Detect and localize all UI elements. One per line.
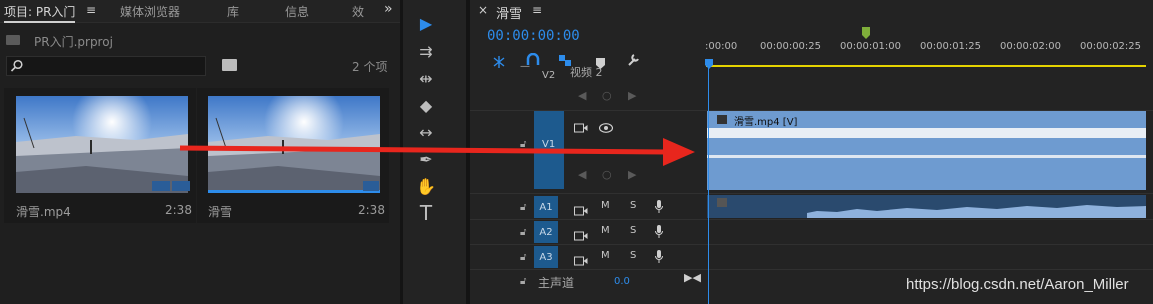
tab-effects[interactable]: 效 [352, 3, 364, 20]
lock-icon[interactable]: 🔓︎ [520, 202, 526, 213]
clip-duration: 2:38 [165, 203, 192, 217]
track-separator [470, 269, 1153, 270]
sync-lock-icon[interactable] [574, 201, 588, 216]
clip-name: 滑雪.mp4 [16, 205, 71, 219]
lock-icon[interactable]: 🔓︎ [520, 227, 526, 238]
solo-button[interactable]: S [630, 200, 636, 211]
ripple-edit-tool-icon[interactable]: ⇹ [413, 67, 439, 89]
track-target-a2[interactable]: A2 [534, 221, 558, 243]
tab-libraries[interactable]: 库 [227, 3, 239, 20]
sync-lock-icon[interactable] [574, 226, 588, 241]
mute-button[interactable]: M [601, 200, 610, 211]
project-folder-icon [6, 35, 20, 45]
track-separator [470, 193, 1153, 194]
ruler-label: :00:00 [705, 41, 738, 52]
playhead-line[interactable] [708, 62, 709, 304]
new-bin-icon[interactable] [222, 59, 237, 71]
ruler-label: 00:00:02:25 [1080, 41, 1142, 52]
close-sequence-icon[interactable]: × [478, 3, 488, 17]
item-count: 2 个项 [352, 60, 388, 74]
master-track-label: 主声道 [538, 276, 575, 290]
panel-overflow-icon[interactable]: » [384, 1, 393, 17]
track-separator [470, 244, 1153, 245]
panel-menu-icon[interactable]: ≡ [86, 3, 96, 17]
track-target-a1[interactable]: A1 [534, 196, 558, 218]
add-keyframe-icon[interactable]: ○ [602, 89, 612, 102]
timecode-display[interactable]: 00:00:00:00 [487, 28, 580, 44]
solo-button[interactable]: S [630, 250, 636, 261]
next-keyframe-icon[interactable]: ▶ [628, 89, 636, 102]
audio-clip[interactable] [707, 195, 1146, 218]
search-input[interactable] [6, 56, 206, 76]
audio-waveform [807, 205, 1146, 218]
fx-badge-icon [717, 115, 727, 124]
sequence-badge-icon [363, 181, 379, 191]
video-badge-icon [152, 181, 170, 191]
prev-keyframe-icon[interactable]: ◀ [578, 89, 586, 102]
hand-tool-icon[interactable]: ✋ [413, 175, 439, 197]
solo-button[interactable]: S [630, 225, 636, 236]
track-name-v2: 视频 2 [570, 66, 603, 79]
timeline-menu-icon[interactable]: ≡ [532, 3, 542, 17]
mute-button[interactable]: M [601, 225, 610, 236]
track-collapse-icon[interactable]: — [520, 61, 530, 72]
search-icon [10, 58, 24, 72]
watermark: https://blog.csdn.net/Aaron_Miller [906, 276, 1129, 293]
mute-button[interactable]: M [601, 250, 610, 261]
audio-badge-icon [172, 181, 190, 191]
razor-tool-icon[interactable]: ◆ [413, 94, 439, 116]
timeline-settings-icon[interactable] [626, 52, 640, 66]
clip-thumbnail [16, 96, 188, 193]
master-volume-value[interactable]: 0.0 [614, 276, 630, 287]
go-to-end-icon[interactable]: ▶◀ [684, 271, 701, 284]
video-clip-label: 滑雪.mp4 [V] [734, 117, 798, 128]
eye-icon[interactable] [598, 118, 614, 133]
microphone-icon[interactable] [655, 249, 663, 263]
selection-tool-icon[interactable]: ▶ [413, 12, 439, 34]
marker-icon[interactable] [862, 24, 870, 39]
lock-icon[interactable]: 🔓︎ [520, 276, 526, 287]
ruler-label: 00:00:02:00 [1000, 41, 1062, 52]
track-separator [470, 219, 1153, 220]
video-clip[interactable]: 滑雪.mp4 [V] [707, 111, 1146, 190]
sequence-duration: 2:38 [358, 203, 385, 217]
track-select-tool-icon[interactable]: ⇉ [413, 40, 439, 62]
type-tool-icon[interactable]: T [413, 201, 439, 225]
tab-info[interactable]: 信息 [285, 3, 309, 20]
microphone-icon[interactable] [655, 199, 663, 213]
sync-lock-icon[interactable] [574, 251, 588, 266]
sequence-name: 滑雪 [208, 205, 233, 219]
work-area-bar[interactable] [706, 65, 1146, 67]
microphone-icon[interactable] [655, 224, 663, 238]
track-id-v2[interactable]: V2 [542, 70, 555, 81]
clip-card[interactable]: 滑雪.mp4 2:38 [4, 88, 196, 223]
sync-lock-icon[interactable] [574, 118, 588, 133]
track-target-a3[interactable]: A3 [534, 246, 558, 268]
ruler-label: 00:00:00:25 [760, 41, 822, 52]
ruler-label: 00:00:01:00 [840, 41, 902, 52]
annotation-arrow [179, 138, 695, 166]
lock-icon[interactable]: 🔓︎ [520, 252, 526, 263]
sequence-tab[interactable]: 滑雪 [496, 3, 522, 22]
tab-project[interactable]: 项目: PR入门 [4, 3, 76, 23]
project-file-name: PR入门.prproj [34, 35, 113, 49]
ruler-label: 00:00:01:25 [920, 41, 982, 52]
tab-media-browser[interactable]: 媒体浏览器 [120, 3, 180, 20]
playhead-handle[interactable] [705, 54, 713, 69]
nest-toggle-icon[interactable] [492, 53, 506, 68]
